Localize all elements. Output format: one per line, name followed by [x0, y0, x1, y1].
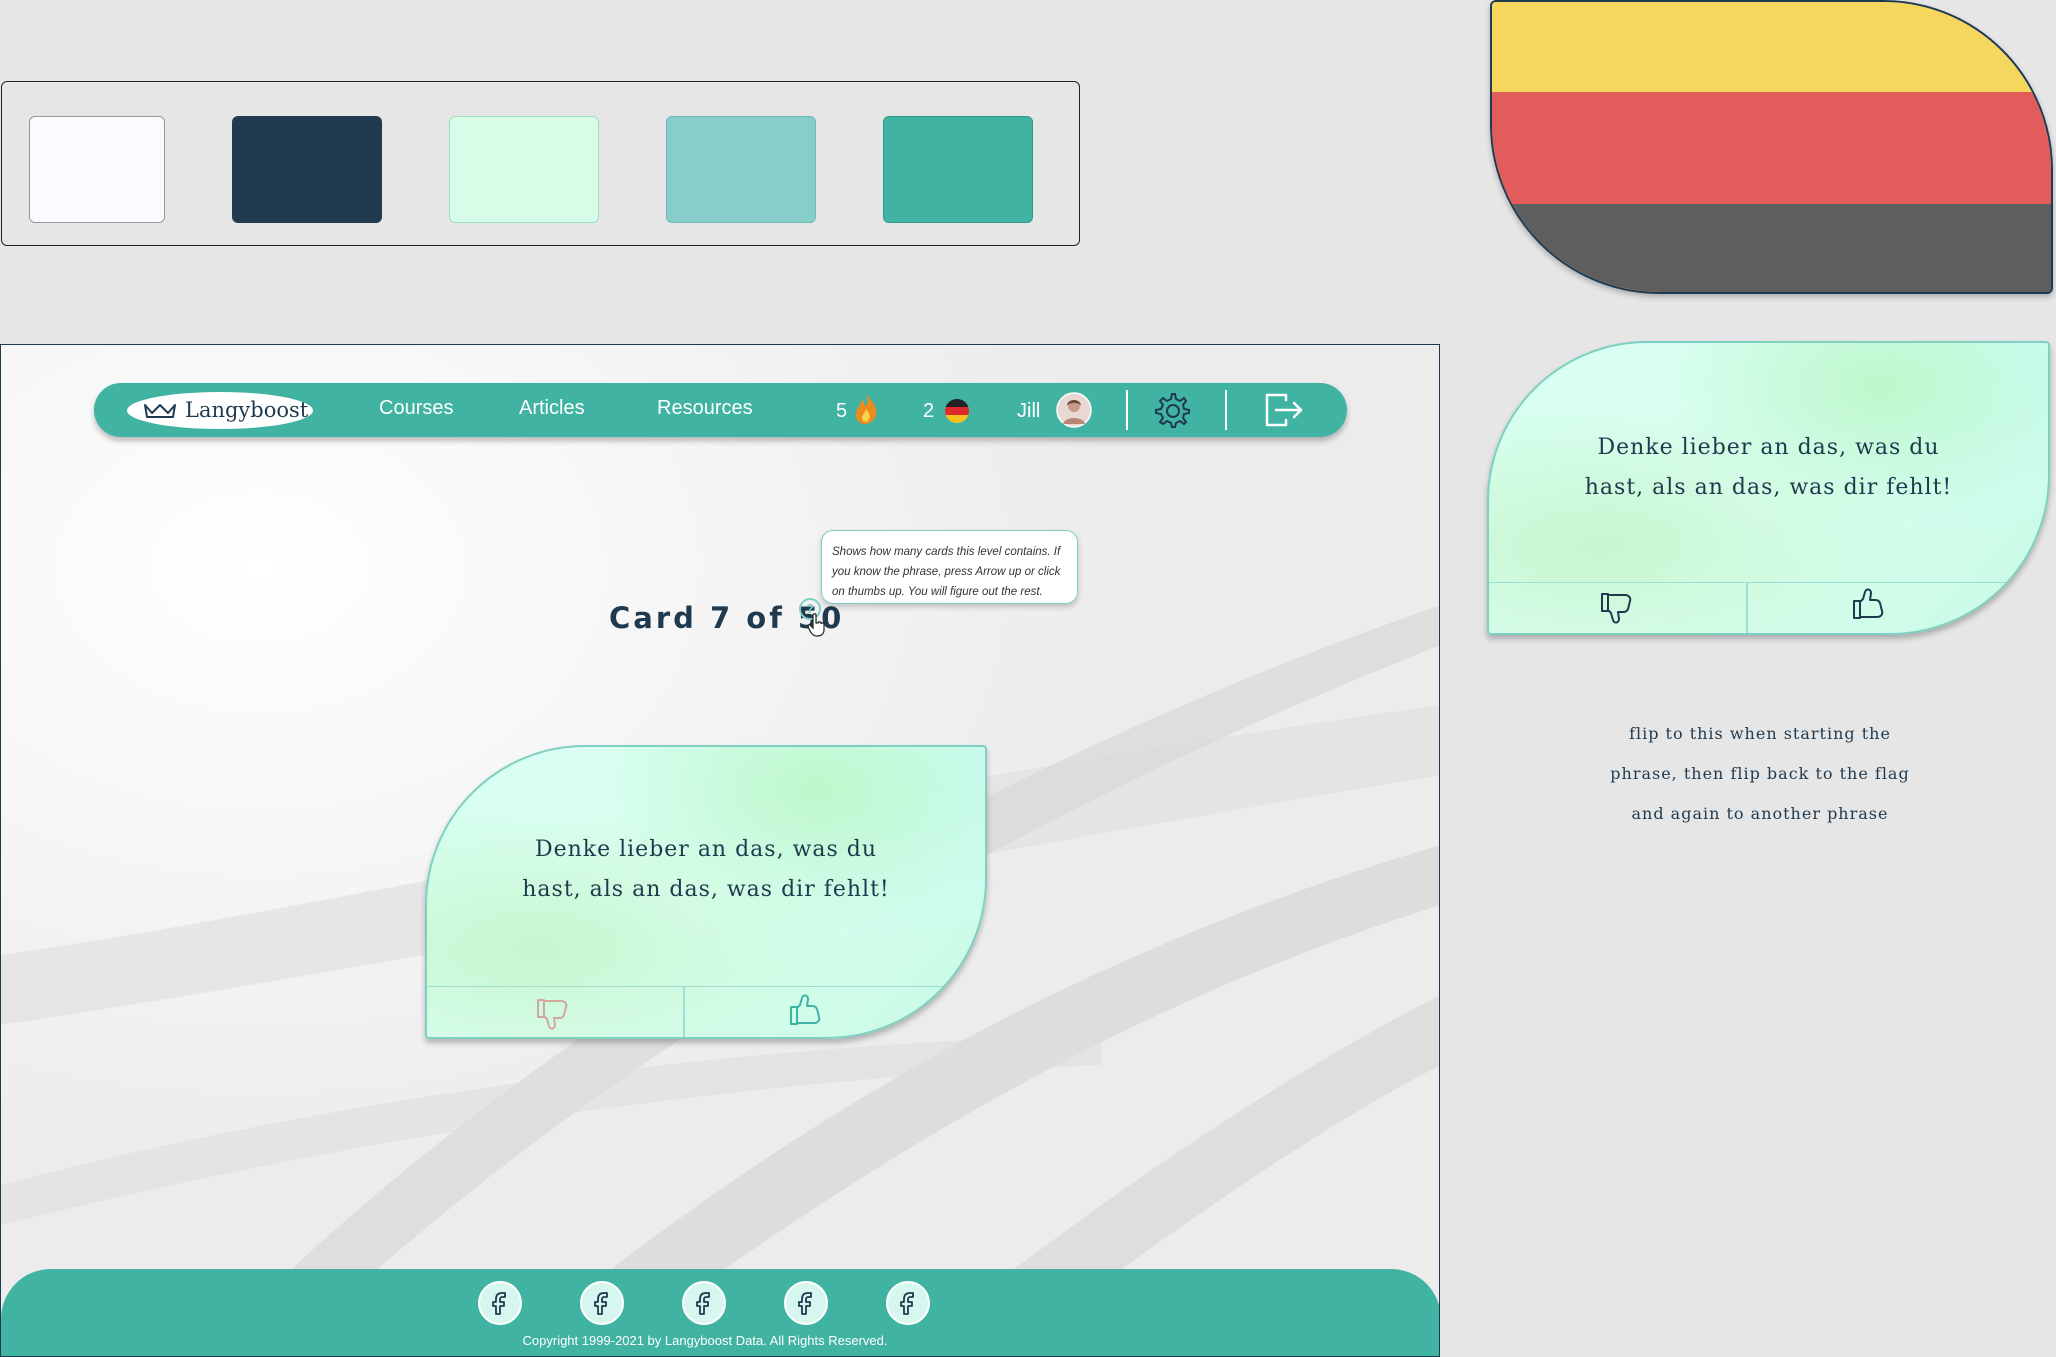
swatch-teal [883, 116, 1033, 223]
thumbs-up-icon[interactable] [1851, 587, 1887, 621]
flag-band-dark [1492, 204, 2051, 292]
language-count: 2 [923, 400, 935, 422]
facebook-icon[interactable] [580, 1281, 624, 1325]
note-line-3: and again to another phrase [1631, 804, 1889, 823]
thumbs-down-icon[interactable] [535, 997, 571, 1031]
nav-divider [1225, 390, 1227, 430]
side-phrase-line-2: hast, als an das, was dir fehlt! [1584, 475, 1953, 500]
side-phrase-line-1: Denke lieber an das, was du [1597, 435, 1940, 460]
facebook-icon [696, 1292, 710, 1315]
facebook-icon [798, 1292, 812, 1315]
facebook-icon [900, 1292, 914, 1315]
crown-icon [144, 404, 176, 418]
note-line-2: phrase, then flip back to the flag [1610, 764, 1910, 783]
action-separator [1746, 583, 1748, 633]
facebook-icon [594, 1292, 608, 1315]
brand-logo[interactable]: Langyboost [127, 392, 313, 429]
swatch-navy [232, 116, 382, 223]
color-palette [1, 81, 1080, 246]
facebook-icon[interactable] [784, 1281, 828, 1325]
phrase-card[interactable]: Denke lieber an das, was du hast, als an… [425, 745, 987, 1039]
annotation-note: flip to this when starting the phrase, t… [1580, 714, 1940, 834]
flag-band-red [1492, 92, 2051, 204]
note-line-1: flip to this when starting the [1629, 724, 1891, 743]
facebook-icon[interactable] [682, 1281, 726, 1325]
avatar[interactable] [1056, 392, 1092, 428]
german-flag-icon [945, 399, 969, 423]
swatch-light-teal [666, 116, 816, 223]
thumbs-up-icon[interactable] [788, 993, 824, 1027]
thumbs-down-icon[interactable] [1599, 591, 1635, 625]
action-separator [683, 987, 685, 1037]
german-flag-card[interactable] [1490, 0, 2053, 294]
footer: Copyright 1999-2021 by Langyboost Data. … [1, 1269, 1439, 1356]
logout-icon[interactable] [1264, 392, 1304, 428]
phrase-line-1: Denke lieber an das, was du [534, 837, 878, 862]
brand-name: Langyboost [185, 398, 309, 422]
gear-icon[interactable] [1154, 392, 1192, 430]
flag-band-gold [1492, 2, 2051, 92]
side-phrase-card[interactable]: Denke lieber an das, was du hast, als an… [1487, 341, 2050, 635]
facebook-icon[interactable] [886, 1281, 930, 1325]
nav-link-resources[interactable]: Resources [657, 397, 753, 420]
user-name[interactable]: Jill [1017, 400, 1040, 423]
side-card-actions [1489, 582, 2048, 633]
help-tooltip: Shows how many cards this level contains… [821, 530, 1078, 604]
facebook-icon[interactable] [478, 1281, 522, 1325]
facebook-icon [492, 1292, 506, 1315]
swatch-mint [449, 116, 599, 223]
streak-count: 5 [836, 400, 848, 422]
app-frame: Langyboost Courses Articles Resources 5 … [0, 344, 1440, 1357]
nav-divider [1126, 390, 1128, 430]
nav-link-courses[interactable]: Courses [379, 397, 453, 420]
copyright-text: Copyright 1999-2021 by Langyboost Data. … [522, 1333, 888, 1348]
swatch-white [29, 116, 165, 223]
pointer-cursor-icon [807, 613, 825, 637]
nav-link-articles[interactable]: Articles [519, 397, 585, 420]
card-actions [427, 986, 985, 1037]
top-navbar: Langyboost Courses Articles Resources 5 … [94, 383, 1347, 437]
phrase-line-2: hast, als an das, was dir fehlt! [522, 877, 890, 902]
fire-icon [855, 393, 877, 424]
